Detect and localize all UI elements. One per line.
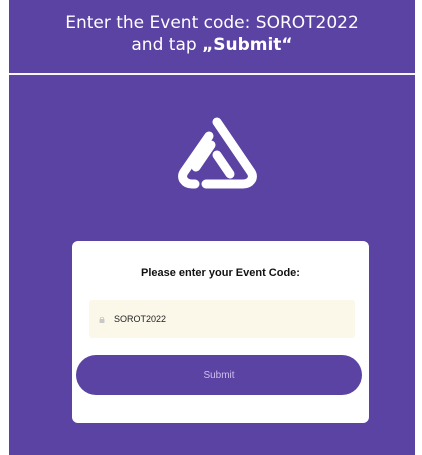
event-code-card: Please enter your Event Code: Submit: [72, 241, 369, 423]
app-background: Enter the Event code: SOROT2022 and tap …: [9, 0, 415, 455]
event-code-field[interactable]: [89, 300, 355, 338]
instructions-line-2: and tap „Submit“: [9, 34, 415, 56]
instructions: Enter the Event code: SOROT2022 and tap …: [9, 12, 415, 56]
instructions-submit-word: „Submit“: [202, 35, 293, 55]
event-code-input[interactable]: [114, 312, 314, 326]
header-divider: [9, 73, 415, 75]
submit-button[interactable]: Submit: [76, 355, 362, 395]
instructions-line-2-prefix: and tap: [131, 35, 203, 55]
instructions-line-1: Enter the Event code: SOROT2022: [65, 13, 359, 33]
triangular-loop-logo-icon: [178, 117, 257, 189]
screen: Enter the Event code: SOROT2022 and tap …: [0, 0, 422, 455]
lock-icon: [99, 316, 105, 323]
event-code-prompt: Please enter your Event Code:: [141, 267, 300, 279]
